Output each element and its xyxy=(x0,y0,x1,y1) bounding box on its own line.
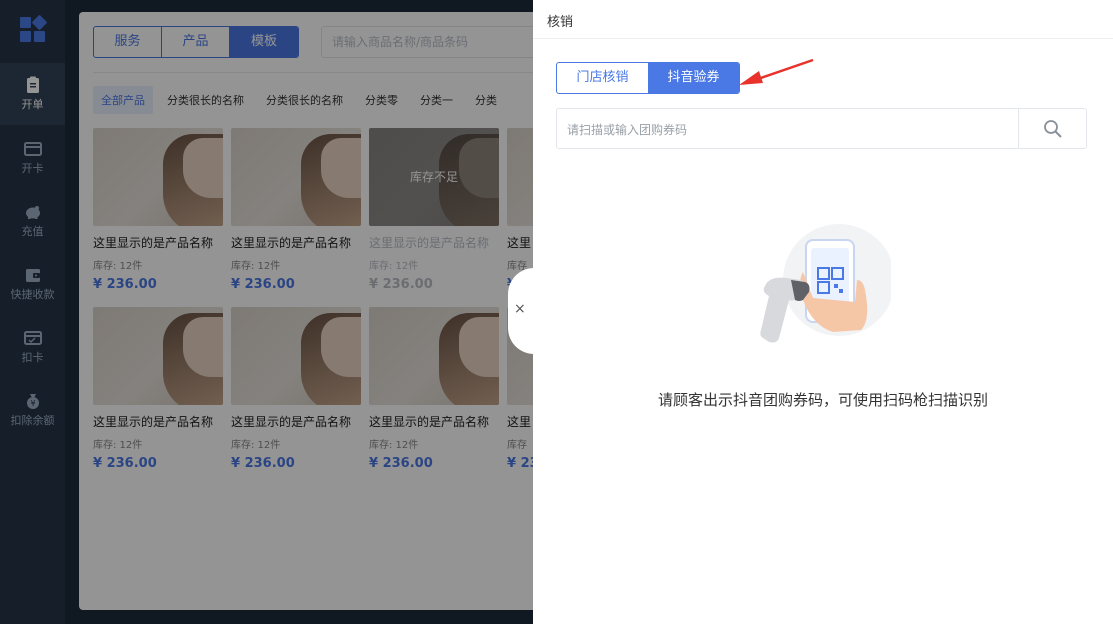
verify-drawer: 核销 门店核销 抖音验券 请扫描或输入团购券码 请顾客出示抖音团购券码，可使用扫… xyxy=(533,0,1113,624)
close-icon: × xyxy=(514,301,526,317)
tab-store-verify[interactable]: 门店核销 xyxy=(557,63,648,93)
modal-backdrop[interactable] xyxy=(0,0,533,624)
drawer-close-button[interactable]: × xyxy=(508,268,534,354)
scan-hint-text: 请顾客出示抖音团购券码，可使用扫码枪扫描识别 xyxy=(657,391,988,409)
tab-douyin-coupon[interactable]: 抖音验券 xyxy=(648,63,739,93)
search-icon xyxy=(1044,120,1062,138)
coupon-input-placeholder: 请扫描或输入团购券码 xyxy=(567,123,688,137)
verify-tabs: 门店核销 抖音验券 xyxy=(556,62,740,94)
search-button[interactable] xyxy=(1018,109,1086,148)
scanner-illustration-icon xyxy=(760,224,891,343)
divider xyxy=(533,38,1113,39)
coupon-code-input[interactable]: 请扫描或输入团购券码 xyxy=(556,108,1087,149)
annotation-arrow-icon xyxy=(739,58,814,85)
drawer-title: 核销 xyxy=(547,15,574,30)
